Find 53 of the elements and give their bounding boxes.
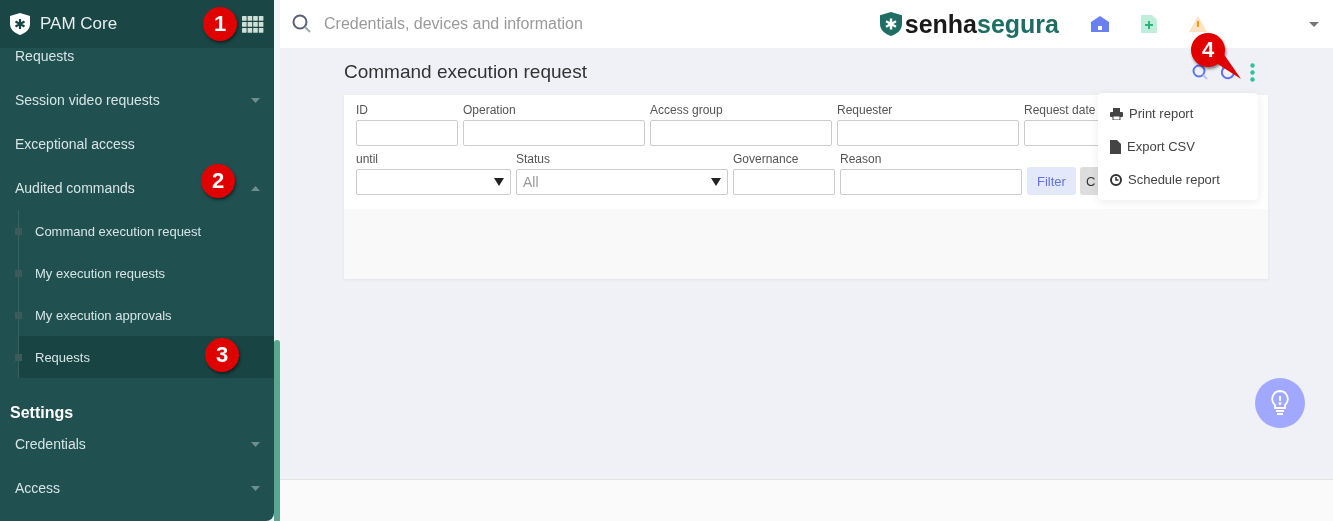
caret-icon (251, 485, 260, 491)
dropdown-arrow-icon (711, 178, 721, 186)
input-field[interactable] (733, 169, 835, 195)
input-field[interactable] (837, 120, 1019, 146)
input-field[interactable] (356, 120, 458, 146)
tips-button[interactable] (1255, 378, 1305, 428)
secondary-button[interactable]: C (1079, 167, 1100, 195)
sidebar-item[interactable]: Credentials (15, 436, 86, 452)
sidebar-item[interactable]: Audited commands (15, 180, 135, 196)
lightbulb-icon (1271, 390, 1289, 416)
sidebar-item[interactable]: Session video requests (15, 92, 160, 108)
shield-logo-icon (879, 11, 902, 37)
sidebar-item[interactable]: Requests (0, 48, 274, 78)
select-field[interactable] (356, 169, 511, 195)
sidebar-item[interactable]: Access (15, 480, 61, 496)
shield-logo-icon (10, 13, 30, 35)
printer-icon (1110, 107, 1123, 120)
field-label: Operation (463, 103, 516, 117)
page-title: Command execution request (344, 61, 588, 83)
warning-icon[interactable] (1189, 16, 1207, 32)
section-heading: Settings (10, 404, 74, 422)
menu-item[interactable]: Export CSV (1098, 130, 1258, 163)
app-title: PAM Core (40, 14, 118, 34)
dropdown-arrow-icon (494, 178, 504, 186)
caret-icon (251, 441, 260, 447)
clock-icon (1110, 173, 1122, 186)
field-label: Request date (1024, 103, 1096, 117)
scrollbar-thumb[interactable] (274, 340, 280, 521)
field-label: Governance (733, 152, 799, 166)
home-icon[interactable] (1091, 16, 1109, 32)
field-label: ID (356, 103, 368, 117)
field-label: Access group (650, 103, 723, 117)
brand-logo: senhasegura (879, 9, 1059, 39)
field-label: until (356, 152, 378, 166)
search-field[interactable]: Credentials, devices and information (322, 14, 870, 34)
sidebar-item[interactable]: Exceptional access (0, 122, 274, 166)
caret-icon (251, 185, 260, 191)
app-grid-icon[interactable] (242, 15, 264, 33)
field-label: Status (516, 152, 551, 166)
field-label: Reason (840, 152, 882, 166)
more-options-icon[interactable] (1250, 62, 1255, 82)
file-icon (1110, 139, 1121, 154)
add-document-icon[interactable] (1141, 15, 1157, 33)
search-icon (292, 14, 312, 34)
menu-item[interactable]: Print report (1098, 97, 1258, 130)
input-field[interactable] (650, 120, 832, 146)
menu-item[interactable]: Schedule report (1098, 163, 1258, 196)
search-icon[interactable] (1192, 63, 1209, 81)
input-field[interactable] (840, 169, 1022, 195)
input-field[interactable] (463, 120, 645, 146)
field-label: Requester (837, 103, 893, 117)
dropdown-caret-icon[interactable] (1309, 21, 1319, 27)
caret-icon (251, 97, 260, 103)
